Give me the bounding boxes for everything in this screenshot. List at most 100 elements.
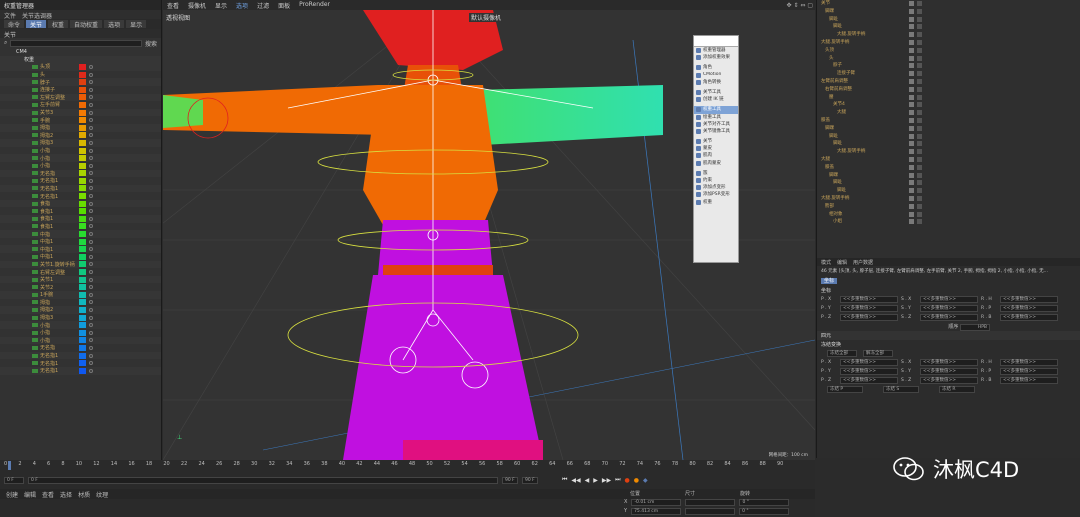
menu-item[interactable]: 关节对齐工具: [694, 121, 738, 128]
lock-icon[interactable]: [89, 262, 93, 267]
lock-icon[interactable]: [89, 156, 93, 161]
vp-menu-view[interactable]: 查看: [167, 1, 179, 10]
attr-field[interactable]: <<多重数值>>: [1000, 368, 1058, 375]
joint-color-swatch[interactable]: [79, 101, 86, 108]
joint-color-swatch[interactable]: [79, 170, 86, 177]
joint-color-swatch[interactable]: [79, 177, 86, 184]
joint-row[interactable]: 小指: [0, 147, 161, 155]
lock-icon[interactable]: [89, 140, 93, 145]
visibility-icon[interactable]: [909, 203, 914, 209]
joint-row[interactable]: 小指: [0, 154, 161, 162]
joint-row[interactable]: 拇指2: [0, 132, 161, 140]
tag-icon[interactable]: [917, 149, 922, 155]
first-frame-icon[interactable]: ⏮: [562, 476, 567, 484]
lock-icon[interactable]: [89, 323, 93, 328]
visibility-icon[interactable]: [909, 164, 914, 170]
unfreeze-all-button[interactable]: 解冻全部: [863, 350, 893, 357]
lock-icon[interactable]: [89, 285, 93, 290]
attr-field[interactable]: <<多重数值>>: [1000, 314, 1058, 321]
joint-color-swatch[interactable]: [79, 253, 86, 260]
lock-icon[interactable]: [89, 239, 93, 244]
object-row[interactable]: 右臂前肩调整: [817, 86, 1080, 94]
mt-view[interactable]: 查看: [42, 490, 54, 499]
menu-item[interactable]: 簇: [694, 170, 738, 177]
visibility-icon[interactable]: [909, 16, 914, 22]
freeze-p-button[interactable]: 冻结 P: [827, 386, 863, 393]
joint-row[interactable]: 连接子: [0, 86, 161, 94]
joint-color-swatch[interactable]: [79, 193, 86, 200]
tag-icon[interactable]: [917, 94, 922, 100]
object-row[interactable]: 连接子臂: [817, 70, 1080, 78]
joint-row[interactable]: 中指1: [0, 245, 161, 254]
visibility-icon[interactable]: [909, 24, 914, 30]
joint-row[interactable]: 拇指2: [0, 306, 161, 314]
menu-file[interactable]: 文件: [4, 11, 16, 20]
attr-field[interactable]: <<多重数值>>: [1000, 377, 1058, 384]
menu-item[interactable]: 关节镜像工具: [694, 128, 738, 135]
object-row[interactable]: 膝盖: [817, 117, 1080, 125]
tag-icon[interactable]: [917, 55, 922, 61]
visibility-icon[interactable]: [909, 32, 914, 38]
lock-icon[interactable]: [89, 102, 93, 107]
menu-item[interactable]: 蒙皮: [694, 145, 738, 152]
order-select[interactable]: HPB: [960, 324, 990, 331]
visibility-icon[interactable]: [909, 55, 914, 61]
joint-row[interactable]: 1手腕: [0, 291, 161, 299]
lock-icon[interactable]: [89, 300, 93, 305]
last-frame-icon[interactable]: ⏭: [615, 476, 620, 484]
lock-icon[interactable]: [89, 368, 93, 373]
frame-max[interactable]: 90 F: [522, 476, 538, 484]
lock-icon[interactable]: [89, 87, 93, 92]
lock-icon[interactable]: [89, 330, 93, 335]
vp-menu-panel[interactable]: 面板: [278, 1, 290, 10]
joint-row[interactable]: 关节3: [0, 108, 161, 117]
visibility-icon[interactable]: [909, 125, 914, 131]
object-row[interactable]: 脚踝: [817, 8, 1080, 16]
frame-range-start[interactable]: 0 F: [28, 476, 498, 484]
lock-icon[interactable]: [89, 232, 93, 237]
attr-field[interactable]: <<多重数值>>: [1000, 296, 1058, 303]
mt-material[interactable]: 材质: [78, 490, 90, 499]
lock-icon[interactable]: [89, 194, 93, 199]
prev-key-icon[interactable]: ◀◀: [571, 477, 580, 484]
joint-color-swatch[interactable]: [79, 352, 86, 359]
tag-icon[interactable]: [917, 156, 922, 162]
tree-group[interactable]: 权重: [0, 55, 161, 64]
attr-field[interactable]: <<多重数值>>: [920, 359, 978, 366]
object-row[interactable]: 大腿.旋转手柄: [817, 148, 1080, 156]
attr-field[interactable]: <<多重数值>>: [840, 377, 898, 384]
joint-color-swatch[interactable]: [79, 132, 86, 139]
tab-weights[interactable]: 权重: [48, 20, 69, 29]
object-row[interactable]: 大腿: [817, 109, 1080, 117]
object-row[interactable]: 脚踝: [817, 125, 1080, 133]
tag-icon[interactable]: [917, 117, 922, 123]
tag-icon[interactable]: [917, 203, 922, 209]
tag-icon[interactable]: [917, 102, 922, 108]
joint-row[interactable]: 中指1: [0, 253, 161, 261]
menu-item[interactable]: 权重: [694, 199, 738, 206]
lock-icon[interactable]: [89, 292, 93, 297]
mt-select[interactable]: 选择: [60, 490, 72, 499]
lock-icon[interactable]: [89, 307, 93, 312]
joint-color-swatch[interactable]: [79, 322, 86, 329]
timeline-ruler[interactable]: 0 2 4 6 8 10 12 14 16 18 20 22 24 26 28 30 32 34 36 38 40 42 4…: [4, 461, 784, 471]
menu-search-field[interactable]: [694, 36, 738, 47]
lock-icon[interactable]: [89, 178, 93, 183]
menu-item[interactable]: 权重工具: [694, 106, 738, 114]
tab-command[interactable]: 命令: [4, 20, 25, 29]
joint-row[interactable]: 关节1: [0, 275, 161, 284]
joint-color-swatch[interactable]: [79, 215, 86, 222]
tag-icon[interactable]: [917, 1, 922, 6]
vp-menu-camera[interactable]: 摄像机: [188, 1, 206, 10]
tag-icon[interactable]: [917, 86, 922, 92]
tag-icon[interactable]: [917, 133, 922, 139]
tag-icon[interactable]: [917, 24, 922, 30]
menu-item[interactable]: CMotion: [694, 72, 738, 79]
joint-color-swatch[interactable]: [79, 63, 86, 70]
tag-icon[interactable]: [917, 47, 922, 53]
tag-icon[interactable]: [917, 164, 922, 170]
tag-icon[interactable]: [917, 16, 922, 22]
lock-icon[interactable]: [89, 361, 93, 366]
coord-h-field[interactable]: 0 °: [739, 499, 790, 506]
attr-tab-userdata[interactable]: 用户数据: [853, 259, 873, 266]
